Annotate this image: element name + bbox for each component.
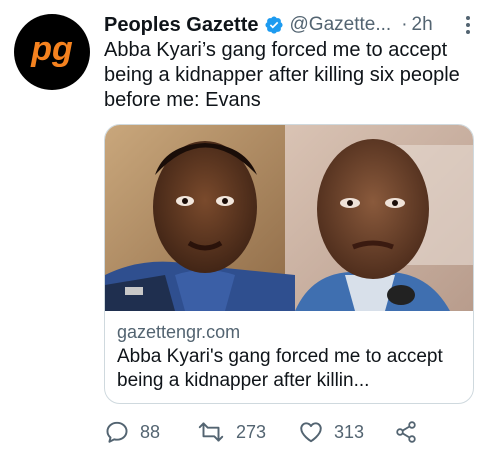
avatar[interactable]: pg (14, 14, 90, 90)
retweet-count: 273 (236, 421, 267, 442)
card-image (105, 125, 473, 311)
retweet-icon (198, 422, 224, 442)
like-count: 313 (334, 421, 365, 442)
retweet-button[interactable]: 273 (196, 418, 266, 446)
author-handle[interactable]: @Gazette... (290, 14, 392, 36)
card-title: Abba Kyari's gang forced me to accept be… (117, 346, 443, 391)
tweet-text: Abba Kyari’s gang forced me to accept be… (104, 39, 460, 111)
reply-count: 88 (140, 421, 161, 442)
tweet-actions: 88 273 313 (104, 418, 444, 446)
like-button[interactable]: 313 (298, 418, 364, 446)
more-options-icon[interactable] (460, 14, 476, 36)
share-icon (396, 421, 416, 443)
tweet-header: Peoples Gazette @Gazette... · 2h (104, 10, 476, 40)
svg-text:pg: pg (30, 30, 73, 68)
reply-icon (106, 421, 128, 443)
author-display-name[interactable]: Peoples Gazette (104, 14, 259, 37)
link-card[interactable]: gazettengr.com Abba Kyari's gang forced … (104, 124, 474, 404)
card-domain: gazettengr.com (117, 322, 241, 342)
reply-button[interactable]: 88 (104, 418, 160, 446)
tweet[interactable]: pg Peoples Gazette @Gazette... · 2h Abba… (0, 0, 490, 458)
card-meta: gazettengr.com Abba Kyari's gang forced … (117, 321, 467, 393)
verified-badge-icon (264, 16, 283, 34)
header-separator: · (401, 14, 408, 35)
heart-icon (300, 422, 322, 443)
tweet-timestamp[interactable]: 2h (412, 14, 433, 36)
share-button[interactable] (394, 418, 418, 446)
pg-logo-icon: pg (30, 30, 73, 68)
